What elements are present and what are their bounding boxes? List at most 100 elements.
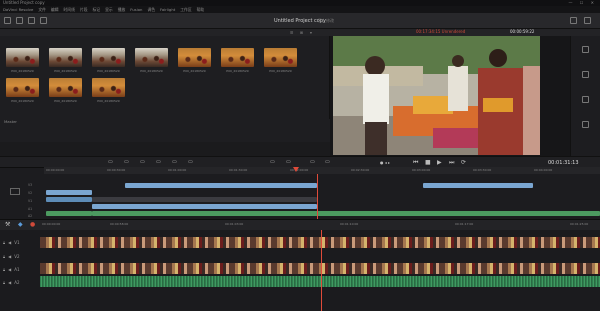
track-id: A2 [14,279,20,285]
ruler-label: 00:00:00:00 [46,168,65,172]
clip-name: P00_20180529 [269,69,292,73]
clip-thumbnail [6,78,39,97]
timeline-clip[interactable] [46,197,92,202]
inspector-icon[interactable] [570,17,577,24]
clip-thumbnail [49,78,82,97]
menu-item-playback[interactable]: 播放 [118,7,126,13]
media-clip[interactable]: P00_20180529 [49,48,82,73]
audio-track-a1[interactable] [40,276,600,287]
speaker-icon[interactable]: ◀ [8,240,11,245]
timeline-clip[interactable] [125,183,317,188]
timeline-clip[interactable] [423,183,533,188]
viewer-side-panel [570,36,600,156]
timeline-clip[interactable] [46,211,92,216]
go-to-end-icon[interactable]: ⏭ [449,159,454,166]
video-track-v1[interactable] [40,237,600,248]
go-to-start-icon[interactable]: ⏮ [413,159,418,166]
jog-icon[interactable]: ● ◂ ▸ [380,159,390,166]
menu-item-workspace[interactable]: 工作区 [180,7,191,13]
main-timecode: 00:01:31:13 [548,160,579,166]
speaker-icon[interactable]: ◀ [8,254,11,259]
menu-item-mark[interactable]: 标记 [93,7,101,13]
bin-master-label[interactable]: Master [4,119,17,124]
side-tool-icon[interactable] [582,96,589,103]
video-track-v2[interactable] [40,263,600,274]
menu-item-timeline[interactable]: 时间线 [64,7,75,13]
media-clip[interactable]: P00_20180529 [92,78,125,103]
wrench-icon[interactable]: ⚒ [5,221,10,228]
tool-insert-icon[interactable]: ▭ [156,159,161,166]
tool-trim-icon[interactable]: ▭ [124,159,129,166]
timeline-clip[interactable] [46,190,92,195]
timeline-clip[interactable] [92,211,600,216]
timeline-thumb-icon[interactable] [10,188,20,195]
tool-select-icon[interactable]: ▭ [108,159,113,166]
tool-blade-icon[interactable]: ▭ [140,159,145,166]
ruler-label: 00:01:00:00 [168,168,187,172]
tool-replace-icon[interactable]: ▭ [188,159,193,166]
tool-overwrite-icon[interactable]: ▭ [172,159,177,166]
menu-item-clip[interactable]: 片段 [80,7,88,13]
list-view-icon[interactable]: ☰ [290,30,293,35]
timeline-ruler[interactable]: 00:00:00:00 00:00:30:00 00:01:00:00 00:0… [44,167,600,174]
ruler-label: 00:00:00:00 [42,222,61,226]
menu-item-app[interactable]: DaVinci Resolve [3,7,33,12]
menu-bar: DaVinci Resolve 文件 编辑 时间线 片段 标记 显示 播放 Fu… [0,6,600,13]
media-clip[interactable]: P00_20180529 [6,78,39,103]
link-icon[interactable]: ▭ [325,159,330,166]
sort-dropdown-icon[interactable]: ▾ [310,30,312,35]
snap-lock-icon[interactable]: ◆ [18,221,23,228]
media-clip[interactable]: P00_20180529 [221,48,254,73]
media-clip[interactable]: P00_20180529 [6,48,39,73]
ruler-label: 00:03:30:00 [473,168,492,172]
grid-view-icon[interactable]: ⊞ [300,30,303,35]
menu-item-fusion[interactable]: Fusion [130,7,142,12]
clip-name: P00_20180529 [226,69,249,73]
record-icon[interactable]: ● [30,221,35,228]
side-tool-icon[interactable] [582,71,589,78]
ruler-label: 00:02:30:00 [351,168,370,172]
clip-thumbnail [6,48,39,67]
media-clip[interactable]: P00_20180529 [178,48,211,73]
clip-thumbnail [92,48,125,67]
flag-icon[interactable]: ▭ [270,159,275,166]
side-tool-icon[interactable] [582,121,589,128]
menu-item-file[interactable]: 文件 [38,7,46,13]
lock-icon[interactable]: 🔒︎ [3,254,5,259]
media-clip[interactable]: P00_20180529 [49,78,82,103]
timeline-clip[interactable] [92,204,317,209]
lower-timeline[interactable]: 🔒︎ ◀ V1 🔒︎ ◀ V2 🔒︎ ◀ A1 🔒︎ ◀ A2 [0,230,600,311]
clip-thumbnail [221,48,254,67]
speaker-icon[interactable]: ◀ [8,280,11,285]
lock-icon[interactable]: 🔒︎ [3,267,5,272]
clip-name: P00_20180529 [140,69,163,73]
loop-icon[interactable]: ⟳ [461,159,466,166]
playhead[interactable] [317,168,318,220]
track-header-v2: 🔒︎ ◀ V2 [0,250,40,262]
menu-item-help[interactable]: 帮助 [197,7,205,13]
stop-icon[interactable]: ■ [425,159,431,166]
video-viewer[interactable] [330,36,600,156]
metadata-icon[interactable] [584,17,591,24]
snap-icon[interactable]: ▭ [310,159,315,166]
ruler-label: 00:00:30:00 [107,168,126,172]
playhead[interactable] [321,230,322,311]
lower-ruler[interactable]: 00:00:00:00 00:00:58:00 00:01:03:00 00:0… [40,219,600,230]
play-icon[interactable]: ▶ [437,159,442,166]
menu-item-color[interactable]: 调色 [147,7,155,13]
timeline-clip[interactable] [92,197,317,202]
clip-thumbnail [178,48,211,67]
lock-icon[interactable]: 🔒︎ [3,240,5,245]
menu-item-fairlight[interactable]: Fairlight [160,7,175,12]
menu-item-edit[interactable]: 编辑 [51,7,59,13]
media-clip[interactable]: P00_20180529 [135,48,168,73]
speaker-icon[interactable]: ◀ [8,267,11,272]
media-clip[interactable]: P00_20180529 [92,48,125,73]
lock-icon[interactable]: 🔒︎ [3,280,5,285]
menu-item-view[interactable]: 显示 [105,7,113,13]
media-clip[interactable]: P00_20180529 [264,48,297,73]
side-tool-icon[interactable] [582,46,589,53]
marker-icon[interactable]: ▭ [286,159,291,166]
track-label: A2 [28,214,33,218]
upper-timeline[interactable]: V3 V2 V1 A1 A2 [0,167,600,220]
